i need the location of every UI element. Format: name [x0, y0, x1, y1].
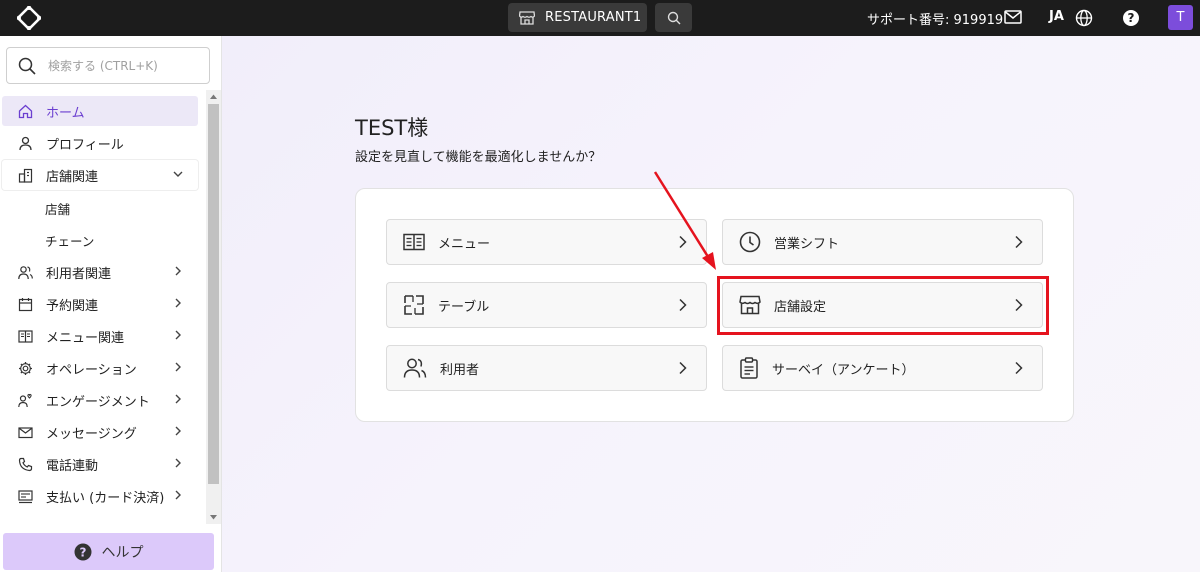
sidebar-item-menu-related[interactable]: メニュー関連 [2, 321, 198, 351]
clipboard-icon [740, 357, 758, 379]
search-icon [18, 57, 36, 75]
clock-icon [739, 231, 761, 253]
help-icon: ? [74, 543, 91, 560]
tile-label: メニュー [438, 236, 491, 252]
global-search-button[interactable] [655, 3, 692, 32]
mail-icon [18, 426, 33, 438]
sidebar-item-engagement[interactable]: エンゲージメント [2, 385, 198, 415]
support-number: サポート番号: 919919 [867, 13, 1004, 28]
menu-book-icon [403, 233, 425, 251]
page-subtitle: 設定を見直して機能を最適化しませんか？ [355, 150, 602, 165]
sidebar-item-label: 予約関連 [46, 298, 99, 314]
sidebar-item-label: メッセージング [46, 426, 137, 442]
sidebar-item-label: エンゲージメント [46, 394, 150, 410]
chevron-right-icon [175, 298, 181, 308]
sidebar-item-profile[interactable]: プロフィール [2, 128, 198, 158]
chevron-right-icon [175, 362, 181, 372]
sidebar-item-operations[interactable]: オペレーション [2, 353, 198, 383]
menu-book-icon [18, 329, 33, 343]
storefront-icon [519, 10, 535, 25]
table-icon [404, 295, 424, 315]
sidebar-subitem-label: 店舗 [45, 201, 71, 217]
sidebar-item-label: 支払い (カード決済) [46, 490, 165, 506]
users-icon [403, 358, 427, 378]
sidebar: ホーム プロフィール 店舗関連 店舗 [0, 36, 222, 572]
sidebar-item-users-related[interactable]: 利用者関連 [2, 257, 198, 287]
sidebar-item-phone[interactable]: 電話連動 [2, 449, 198, 479]
mail-icon[interactable] [1004, 10, 1022, 24]
sidebar-item-label: 電話連動 [46, 458, 99, 474]
svg-text:?: ? [79, 545, 86, 559]
chevron-right-icon [175, 426, 181, 436]
scrollbar-thumb[interactable] [208, 104, 219, 484]
sidebar-item-payment[interactable]: 支払い (カード決済) [2, 481, 198, 511]
sidebar-subitem-chain[interactable]: チェーン [45, 230, 94, 250]
help-icon[interactable]: ? [1122, 9, 1140, 27]
chevron-right-icon [679, 298, 687, 312]
sidebar-search-input[interactable] [48, 58, 188, 73]
sidebar-item-label: 店舗関連 [46, 169, 99, 185]
sidebar-subitem-label: チェーン [45, 233, 95, 249]
search-icon [667, 11, 680, 24]
tile-table[interactable]: テーブル [386, 282, 707, 328]
scroll-down-arrow-icon[interactable] [209, 513, 218, 521]
person-icon [19, 136, 32, 150]
page-title: TEST様 [355, 116, 429, 140]
svg-text:?: ? [1128, 11, 1135, 25]
home-icon [18, 104, 33, 118]
sidebar-item-label: メニュー関連 [46, 330, 125, 346]
annotation-arrow [653, 171, 716, 270]
store-name: RESTAURANT1 [545, 10, 642, 25]
sidebar-nav: ホーム プロフィール 店舗関連 店舗 チェーン 利用者関連 予約関連 メニュー関… [0, 94, 206, 554]
language-selector[interactable]: JA [1049, 9, 1064, 24]
user-avatar[interactable]: T [1168, 5, 1193, 30]
calendar-icon [18, 297, 33, 311]
main-content: TEST様 設定を見直して機能を最適化しませんか？ メニュー 営業シフト テーブ… [222, 36, 1200, 572]
chevron-right-icon [175, 394, 181, 404]
globe-icon[interactable] [1075, 9, 1093, 27]
phone-icon [18, 457, 33, 471]
sidebar-scrollbar[interactable] [206, 90, 221, 524]
chevron-right-icon [1015, 361, 1023, 375]
chevron-right-icon [679, 361, 687, 375]
payment-icon [18, 489, 33, 503]
sidebar-item-label: 利用者関連 [46, 266, 112, 282]
chevron-right-icon [175, 490, 181, 500]
tile-survey[interactable]: サーベイ（アンケート） [722, 345, 1043, 391]
engagement-icon [18, 393, 32, 407]
sidebar-item-reservations-related[interactable]: 予約関連 [2, 289, 198, 319]
tile-label: 利用者 [440, 362, 480, 378]
annotation-highlight-box [717, 276, 1049, 335]
sidebar-item-label: オペレーション [46, 362, 137, 378]
sidebar-item-label: ホーム [46, 105, 85, 121]
chevron-right-icon [175, 458, 181, 468]
chevron-right-icon [175, 266, 181, 276]
help-button[interactable]: ? ヘルプ [3, 533, 214, 570]
sidebar-item-store-related[interactable]: 店舗関連 [2, 160, 198, 190]
help-button-label: ヘルプ [101, 544, 144, 561]
app-logo[interactable] [17, 6, 41, 30]
sidebar-search[interactable] [6, 47, 210, 84]
tile-label: サーベイ（アンケート） [772, 362, 915, 378]
tile-business-shift[interactable]: 営業シフト [722, 219, 1043, 265]
sidebar-item-label: プロフィール [46, 137, 124, 153]
sidebar-item-home[interactable]: ホーム [2, 96, 198, 126]
top-bar: RESTAURANT1 サポート番号: 919919 JA ? T [0, 0, 1200, 36]
chevron-down-icon [173, 171, 183, 177]
store-selector-button[interactable]: RESTAURANT1 [508, 3, 647, 32]
tile-label: テーブル [438, 299, 490, 315]
scroll-up-arrow-icon[interactable] [209, 93, 218, 101]
chevron-right-icon [1015, 235, 1023, 249]
gear-icon [19, 361, 32, 375]
chevron-right-icon [175, 330, 181, 340]
tile-label: 営業シフト [774, 236, 840, 252]
buildings-icon [18, 168, 33, 183]
tile-users[interactable]: 利用者 [386, 345, 707, 391]
sidebar-item-messaging[interactable]: メッセージング [2, 417, 198, 447]
users-icon [18, 265, 33, 279]
sidebar-subitem-store[interactable]: 店舗 [45, 198, 70, 218]
